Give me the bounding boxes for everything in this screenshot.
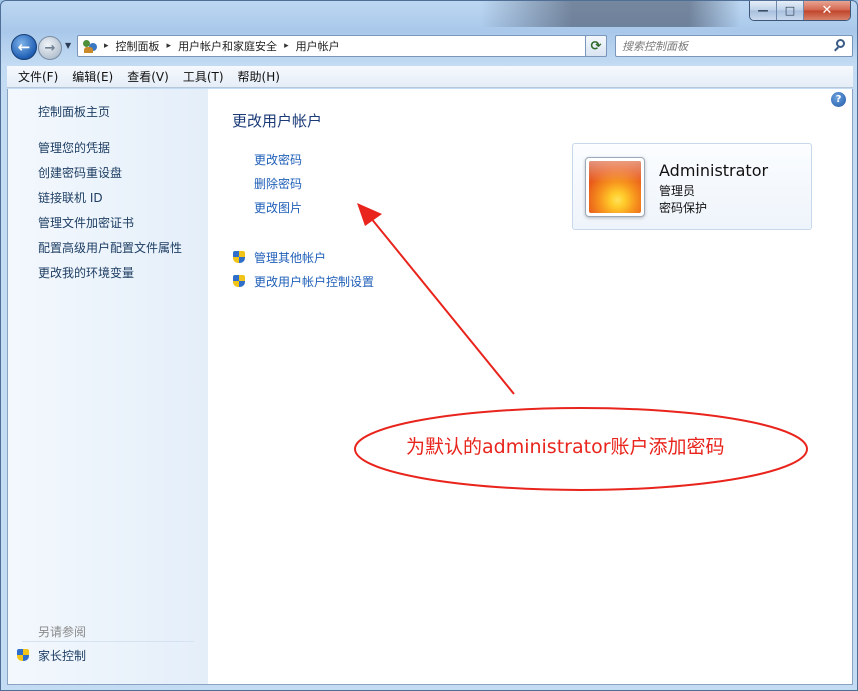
minimize-button[interactable]: —	[750, 1, 777, 20]
address-bar[interactable]: ▸ 控制面板 ▸ 用户帐户和家庭安全 ▸ 用户帐户 ▼	[77, 35, 607, 57]
recent-pages-chevron-down-icon[interactable]: ▼	[65, 41, 71, 50]
page-title: 更改用户帐户	[232, 112, 323, 130]
menu-bar: 文件(F) 编辑(E) 查看(V) 工具(T) 帮助(H)	[7, 66, 853, 88]
sidebar-item-link-online-id[interactable]: 链接联机 ID	[38, 189, 103, 206]
breadcrumb-separator-icon[interactable]: ▸	[284, 41, 289, 51]
uac-settings-row[interactable]: 更改用户帐户控制设置	[232, 273, 374, 290]
change-password-link[interactable]: 更改密码	[254, 151, 302, 168]
navigation-bar: ← → ▼ ▸ 控制面板 ▸ 用户帐户和家庭安全 ▸ 用户帐户 ▼ ⟳	[7, 31, 853, 63]
title-bar-background	[481, 1, 741, 27]
see-also-divider	[22, 641, 194, 642]
sidebar-item-parental-controls[interactable]: 家长控制	[16, 647, 86, 664]
breadcrumb-user-accounts-family-safety[interactable]: 用户帐户和家庭安全	[178, 38, 277, 54]
sidebar-item-file-encryption-certificates[interactable]: 管理文件加密证书	[38, 214, 134, 231]
manage-other-accounts-row[interactable]: 管理其他帐户	[232, 249, 326, 266]
search-icon[interactable]	[833, 39, 847, 53]
menu-tools[interactable]: 工具(T)	[176, 68, 231, 85]
user-name: Administrator	[659, 161, 769, 180]
sidebar-item-advanced-profile-properties[interactable]: 配置高级用户配置文件属性	[38, 239, 182, 256]
menu-edit[interactable]: 编辑(E)	[65, 68, 120, 85]
sidebar-item-environment-variables[interactable]: 更改我的环境变量	[38, 264, 134, 281]
see-also-heading: 另请参阅	[38, 625, 87, 639]
menu-view[interactable]: 查看(V)	[120, 68, 176, 85]
avatar	[585, 157, 645, 217]
close-button[interactable]: ✕	[804, 1, 850, 20]
breadcrumb-user-accounts[interactable]: 用户帐户	[296, 38, 340, 54]
search-input[interactable]	[622, 39, 822, 53]
annotation-text: 为默认的administrator账户添加密码	[406, 436, 725, 458]
change-uac-settings-link[interactable]: 更改用户帐户控制设置	[254, 273, 374, 290]
breadcrumb-control-panel[interactable]: 控制面板	[116, 38, 160, 54]
sidebar-control-panel-home[interactable]: 控制面板主页	[38, 103, 110, 120]
back-button[interactable]: ←	[11, 34, 37, 60]
password-status: 密码保护	[659, 201, 708, 215]
breadcrumb-separator-icon[interactable]: ▸	[167, 41, 172, 51]
sidebar: 控制面板主页 管理您的凭据 创建密码重设盘 链接联机 ID 管理文件加密证书 配…	[8, 89, 208, 684]
forward-button[interactable]: →	[38, 36, 62, 60]
parental-controls-label[interactable]: 家长控制	[38, 647, 86, 664]
users-icon	[82, 38, 98, 54]
search-box[interactable]	[615, 35, 853, 57]
menu-help[interactable]: 帮助(H)	[231, 68, 287, 85]
breadcrumb-separator-icon[interactable]: ▸	[104, 41, 109, 51]
window-frame: — □ ✕ ← → ▼ ▸ 控制面板 ▸ 用户帐户和家庭安全 ▸ 用户帐户 ▼ …	[0, 0, 858, 691]
sidebar-item-manage-credentials[interactable]: 管理您的凭据	[38, 139, 110, 156]
uac-shield-icon	[232, 250, 247, 265]
flower-picture-icon	[589, 161, 641, 213]
maximize-button[interactable]: □	[777, 1, 804, 20]
content-area: 控制面板主页 管理您的凭据 创建密码重设盘 链接联机 ID 管理文件加密证书 配…	[7, 89, 853, 685]
user-role: 管理员	[659, 184, 696, 198]
help-icon[interactable]: ?	[831, 92, 846, 107]
uac-shield-icon	[232, 274, 247, 289]
refresh-button[interactable]: ⟳	[585, 35, 607, 57]
uac-shield-icon	[16, 648, 31, 663]
sidebar-item-create-reset-disk[interactable]: 创建密码重设盘	[38, 164, 122, 181]
menu-file[interactable]: 文件(F)	[11, 68, 65, 85]
remove-password-link[interactable]: 删除密码	[254, 175, 302, 192]
manage-other-accounts-link[interactable]: 管理其他帐户	[254, 249, 326, 266]
user-account-tile: Administrator 管理员 密码保护	[572, 143, 812, 230]
change-picture-link[interactable]: 更改图片	[254, 199, 302, 216]
caption-buttons: — □ ✕	[749, 1, 851, 21]
